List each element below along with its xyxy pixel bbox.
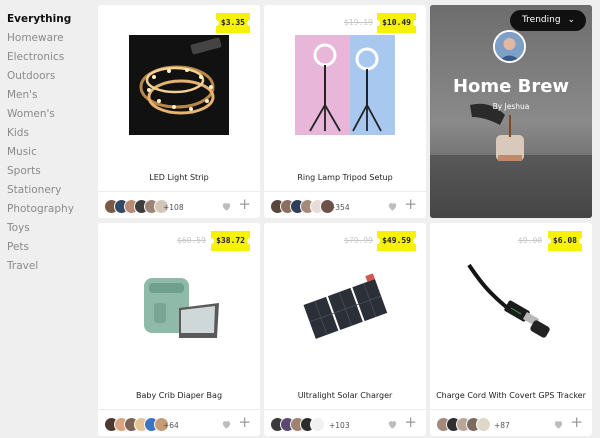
avatar bbox=[310, 417, 325, 432]
category-outdoors[interactable]: Outdoors bbox=[7, 70, 55, 82]
card-divider bbox=[264, 409, 426, 410]
product-title[interactable]: Charge Cord With Covert GPS Tracker bbox=[430, 391, 592, 400]
original-price: $9.00 bbox=[518, 236, 543, 245]
heart-icon[interactable] bbox=[221, 201, 232, 212]
avatar bbox=[476, 417, 491, 432]
category-photography[interactable]: Photography bbox=[7, 203, 74, 215]
product-card[interactable]: $60.59 $38.72 Baby Crib Diaper Bag +64 + bbox=[98, 223, 260, 436]
product-title[interactable]: Baby Crib Diaper Bag bbox=[98, 391, 260, 400]
card-divider bbox=[264, 191, 426, 192]
saved-count[interactable]: +354 bbox=[329, 203, 350, 212]
product-image bbox=[129, 35, 229, 135]
trending-dropdown[interactable]: Trending ⌄ bbox=[510, 10, 586, 31]
saved-count[interactable]: +103 bbox=[329, 421, 350, 430]
card-divider bbox=[430, 409, 592, 410]
category-sidebar: Everything Homeware Electronics Outdoors… bbox=[0, 0, 95, 438]
product-title[interactable]: Ultralight Solar Charger bbox=[264, 391, 426, 400]
product-image bbox=[461, 253, 561, 353]
trending-title[interactable]: Home Brew bbox=[430, 76, 592, 97]
original-price: $60.59 bbox=[177, 236, 206, 245]
add-icon[interactable]: + bbox=[404, 415, 417, 430]
category-toys[interactable]: Toys bbox=[7, 222, 30, 234]
product-card[interactable]: $79.99 $49.59 Ultralight Solar Charger +… bbox=[264, 223, 426, 436]
saved-count[interactable]: +64 bbox=[163, 421, 179, 430]
original-price: $79.99 bbox=[344, 236, 373, 245]
chevron-down-icon: ⌄ bbox=[567, 15, 575, 25]
category-music[interactable]: Music bbox=[7, 146, 37, 158]
category-pets[interactable]: Pets bbox=[7, 241, 29, 253]
saved-by-avatars[interactable] bbox=[270, 417, 325, 434]
avatar[interactable] bbox=[493, 30, 526, 63]
add-icon[interactable]: + bbox=[238, 197, 251, 212]
category-stationery[interactable]: Stationery bbox=[7, 184, 61, 196]
heart-icon[interactable] bbox=[387, 201, 398, 212]
product-image bbox=[129, 253, 229, 353]
category-homeware[interactable]: Homeware bbox=[7, 32, 64, 44]
price-tag: $3.35 bbox=[212, 13, 254, 33]
saved-by-avatars[interactable] bbox=[270, 199, 335, 216]
saved-by-avatars[interactable] bbox=[436, 417, 491, 434]
category-mens[interactable]: Men's bbox=[7, 89, 38, 101]
trending-author[interactable]: By Jeshua bbox=[430, 102, 592, 111]
price-tag: $38.72 bbox=[208, 231, 253, 251]
saved-count[interactable]: +108 bbox=[163, 203, 184, 212]
saved-by-avatars[interactable] bbox=[104, 417, 169, 434]
saved-count[interactable]: +87 bbox=[494, 421, 510, 430]
price-tag: $6.08 bbox=[544, 231, 586, 251]
product-card[interactable]: $9.00 $6.08 Charge Cord With Covert GPS … bbox=[430, 223, 592, 436]
card-divider bbox=[98, 409, 260, 410]
price-tag: $10.49 bbox=[374, 13, 419, 33]
heart-icon[interactable] bbox=[221, 419, 232, 430]
add-icon[interactable]: + bbox=[404, 197, 417, 212]
price-tag: $49.59 bbox=[374, 231, 419, 251]
product-card[interactable]: $19.19 $10.49 Ring Lamp Tripod Setup +35… bbox=[264, 5, 426, 218]
category-travel[interactable]: Travel bbox=[7, 260, 38, 272]
product-card[interactable]: $3.35 LED Light Strip +108 + bbox=[98, 5, 260, 218]
add-icon[interactable]: + bbox=[238, 415, 251, 430]
category-womens[interactable]: Women's bbox=[7, 108, 55, 120]
category-kids[interactable]: Kids bbox=[7, 127, 29, 139]
product-image bbox=[295, 35, 395, 135]
product-title[interactable]: Ring Lamp Tripod Setup bbox=[264, 173, 426, 182]
add-icon[interactable]: + bbox=[570, 415, 583, 430]
trending-card[interactable]: Trending ⌄ Home Brew By Jeshua bbox=[430, 5, 592, 218]
original-price: $19.19 bbox=[344, 18, 373, 27]
heart-icon[interactable] bbox=[387, 419, 398, 430]
category-everything[interactable]: Everything bbox=[7, 13, 71, 25]
saved-by-avatars[interactable] bbox=[104, 199, 169, 216]
category-electronics[interactable]: Electronics bbox=[7, 51, 64, 63]
card-divider bbox=[98, 191, 260, 192]
product-title[interactable]: LED Light Strip bbox=[98, 173, 260, 182]
product-image bbox=[295, 253, 395, 353]
trending-label: Trending bbox=[522, 15, 561, 25]
category-sports[interactable]: Sports bbox=[7, 165, 41, 177]
heart-icon[interactable] bbox=[553, 419, 564, 430]
